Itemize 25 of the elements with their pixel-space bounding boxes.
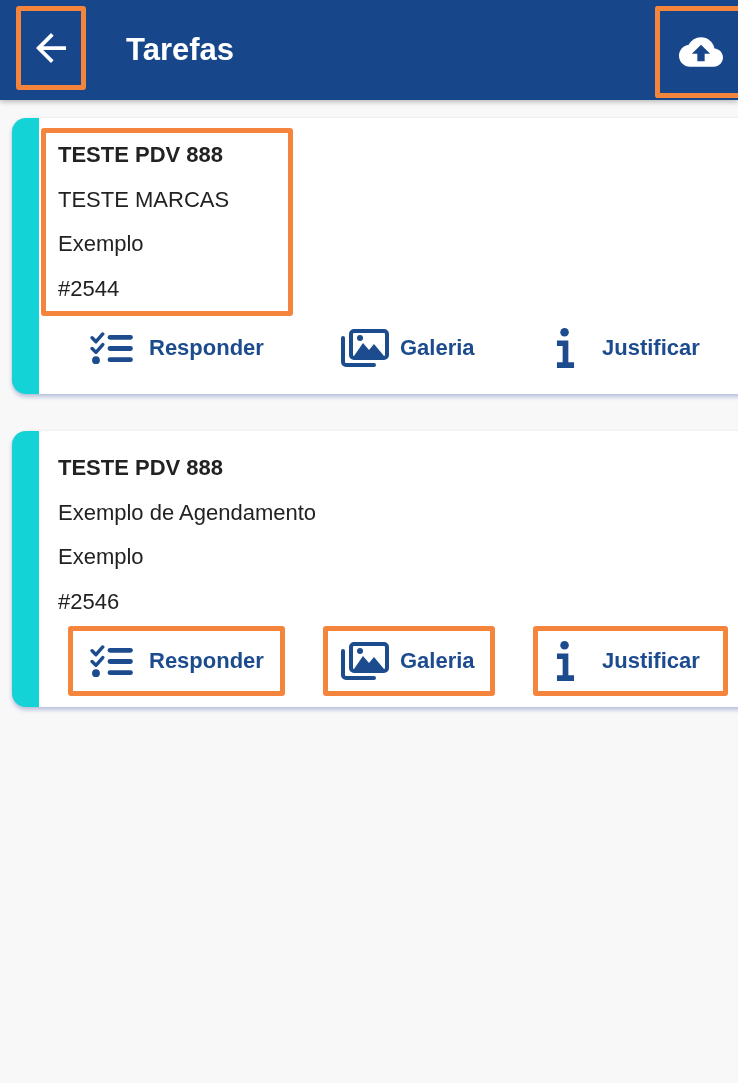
task-category: Exemplo xyxy=(58,230,144,258)
respond-button[interactable]: Responder xyxy=(68,626,285,696)
task-subtitle: Exemplo de Agendamento xyxy=(58,498,317,527)
justify-button[interactable]: Justificar xyxy=(533,313,728,383)
images-icon xyxy=(341,642,389,680)
gallery-button[interactable]: Galeria xyxy=(323,626,495,696)
upload-button[interactable] xyxy=(655,6,738,98)
task-category: Exemplo xyxy=(58,543,144,571)
info-icon xyxy=(556,328,575,368)
task-number: #2544 xyxy=(58,274,120,303)
gallery-button[interactable]: Galeria xyxy=(323,313,495,383)
checklist-icon xyxy=(90,331,133,365)
task-title: TESTE PDV 888 xyxy=(58,454,224,482)
checklist-icon xyxy=(90,644,133,678)
back-arrow-icon xyxy=(36,33,66,63)
justify-button[interactable]: Justificar xyxy=(533,626,728,696)
respond-button[interactable]: Responder xyxy=(68,313,285,383)
task-number: #2546 xyxy=(58,587,120,616)
info-icon xyxy=(556,641,575,681)
images-icon xyxy=(341,329,389,367)
back-button[interactable] xyxy=(16,6,86,90)
screen-title: Tarefas xyxy=(126,32,234,68)
task-title: TESTE PDV 888 xyxy=(58,141,224,169)
cloud-upload-icon xyxy=(679,37,723,67)
task-subtitle: TESTE MARCAS xyxy=(58,185,230,214)
